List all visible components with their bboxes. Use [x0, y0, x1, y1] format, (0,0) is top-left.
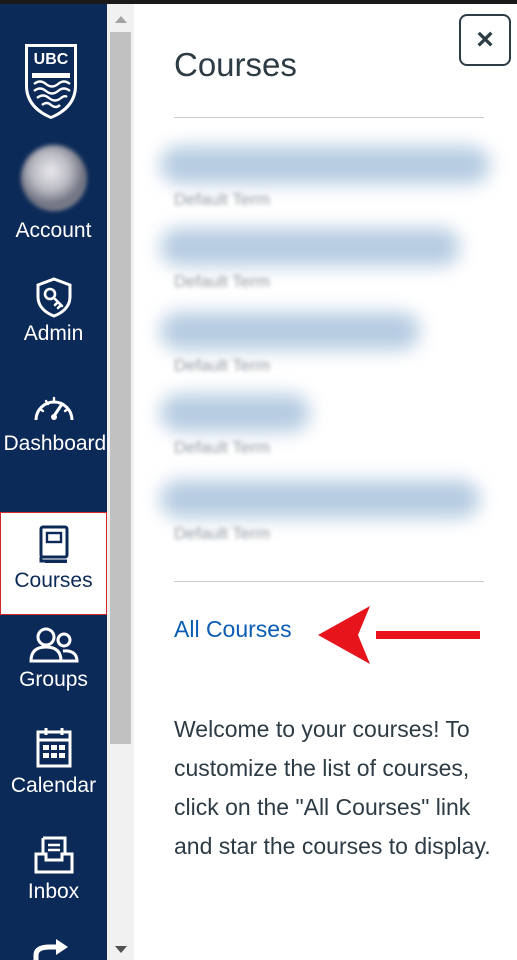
- course-term: Default Term: [174, 356, 271, 375]
- course-name-redacted: [160, 480, 480, 518]
- nav-item-label: Courses: [14, 569, 93, 592]
- nav-item-dashboard[interactable]: Dashboard: [0, 392, 107, 459]
- course-item[interactable]: Default Term: [160, 394, 500, 464]
- course-name-redacted: [160, 146, 490, 184]
- course-item[interactable]: Default Term: [160, 146, 500, 216]
- divider: [174, 117, 484, 118]
- tray-title: Courses: [174, 46, 297, 83]
- nav-item-admin[interactable]: Admin: [0, 276, 107, 349]
- calendar-icon: [36, 728, 71, 768]
- course-item[interactable]: Default Term: [160, 312, 500, 382]
- course-term: Default Term: [174, 524, 271, 543]
- nav-item-account[interactable]: Account: [0, 145, 107, 246]
- global-navigation: UBC Account Admin Dashboard Courses Grou…: [0, 4, 107, 960]
- course-term: Default Term: [174, 438, 271, 457]
- divider: [174, 581, 484, 582]
- scroll-down-arrow-icon[interactable]: [115, 946, 127, 953]
- nav-item-label: Account: [15, 219, 92, 242]
- nav-item-calendar[interactable]: Calendar: [0, 726, 107, 801]
- course-name-redacted: [160, 312, 420, 350]
- ubc-logo[interactable]: UBC: [22, 42, 80, 120]
- scroll-up-arrow-icon[interactable]: [115, 16, 127, 23]
- course-item[interactable]: Default Term: [160, 228, 500, 298]
- course-item[interactable]: Default Term: [160, 480, 500, 550]
- nav-item-courses[interactable]: Courses: [0, 512, 107, 615]
- history-icon[interactable]: [30, 939, 72, 960]
- book-icon: [39, 525, 68, 563]
- nav-item-inbox[interactable]: Inbox: [0, 834, 107, 907]
- inbox-icon: [34, 836, 73, 874]
- all-courses-link[interactable]: All Courses: [174, 616, 292, 643]
- nav-item-label: Inbox: [27, 880, 80, 903]
- close-button[interactable]: ×: [459, 14, 511, 66]
- svg-text:UBC: UBC: [34, 51, 69, 68]
- course-term: Default Term: [174, 190, 271, 209]
- welcome-message: Welcome to your courses! To customize th…: [174, 716, 491, 859]
- groups-icon: [28, 627, 79, 663]
- nav-item-label: Calendar: [10, 774, 97, 797]
- shield-key-icon: [36, 277, 71, 318]
- course-name-redacted: [160, 228, 460, 266]
- avatar: [20, 145, 87, 211]
- scroll-thumb[interactable]: [110, 32, 131, 744]
- courses-tray: Courses × Default Term Default Term Defa…: [134, 4, 517, 960]
- nav-item-label: Admin: [23, 322, 84, 345]
- annotation-arrow-icon: [318, 606, 480, 664]
- nav-item-label: Groups: [19, 668, 88, 691]
- nav-scrollbar[interactable]: [107, 4, 134, 960]
- dashboard-gauge-icon: [34, 396, 73, 421]
- course-term: Default Term: [174, 272, 271, 291]
- nav-item-groups[interactable]: Groups: [0, 626, 107, 695]
- course-name-redacted: [160, 394, 310, 432]
- nav-item-label: Dashboard: [3, 432, 107, 455]
